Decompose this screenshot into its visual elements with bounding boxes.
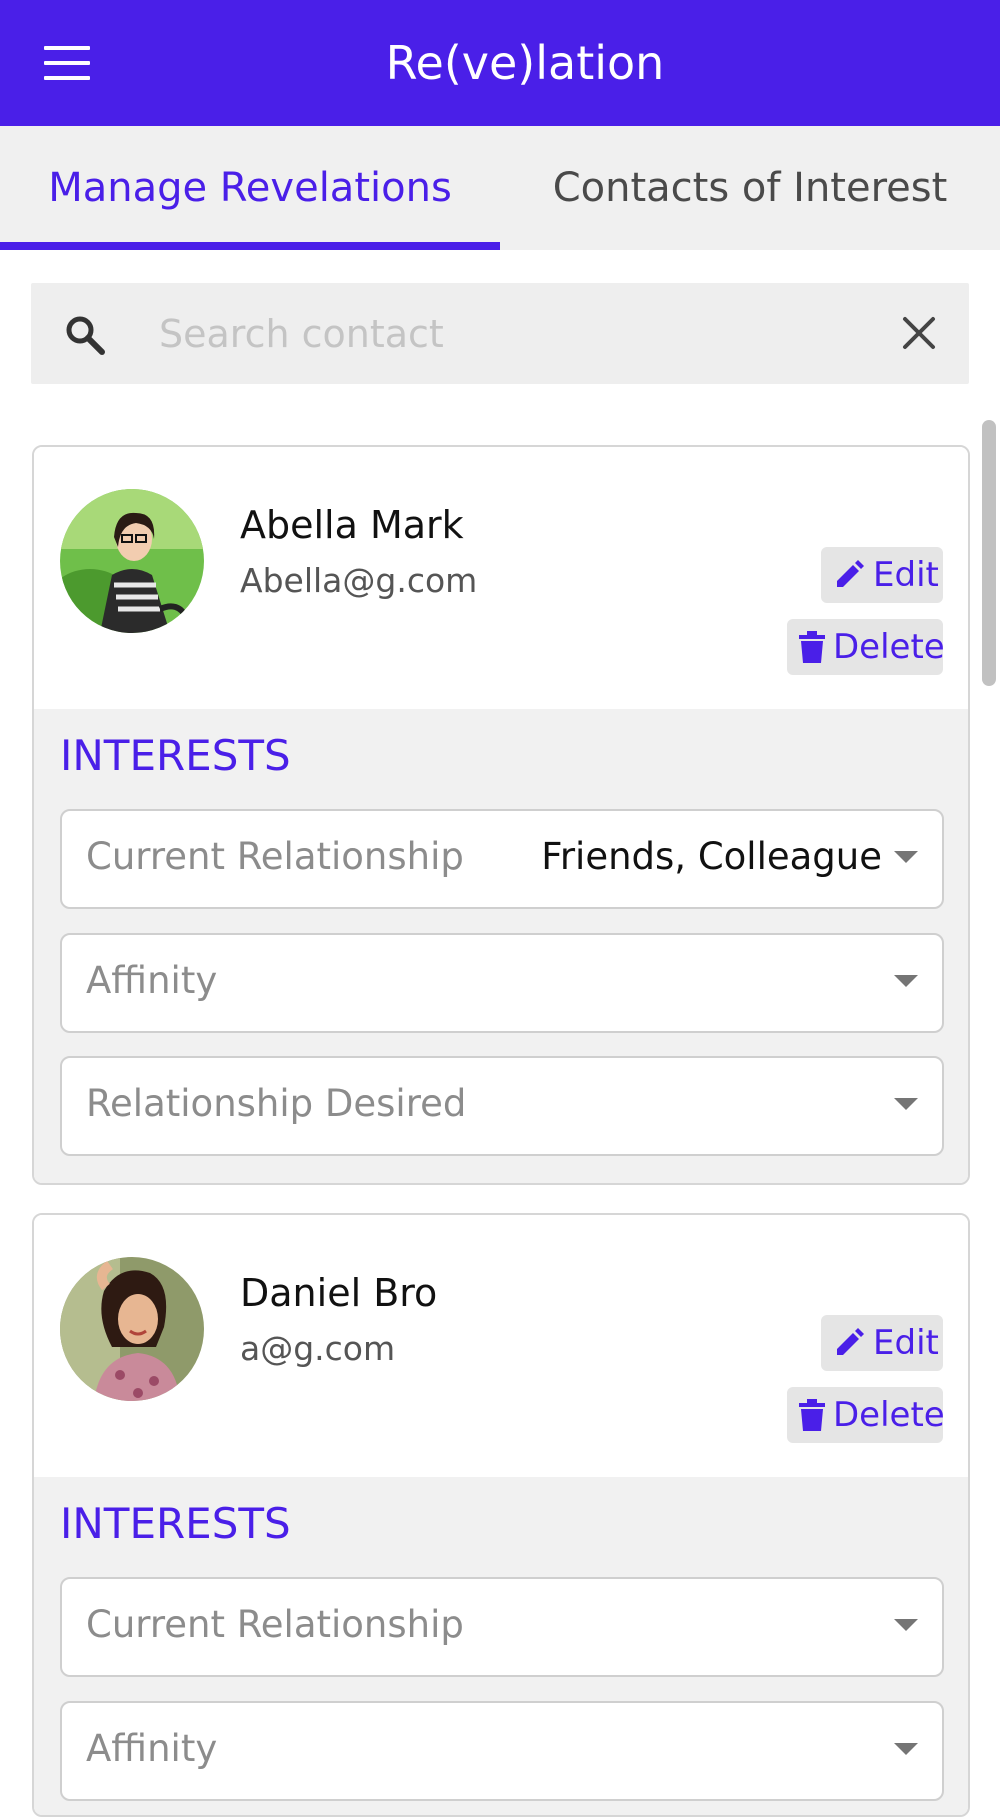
dropdown-arrow-icon	[894, 851, 918, 863]
contact-card: Abella Mark Abella@g.com Edit Delete INT…	[32, 445, 970, 1185]
contact-card: Daniel Bro a@g.com Edit Delete INTERESTS…	[32, 1213, 970, 1817]
current-relationship-select[interactable]: Current Relationship	[60, 1577, 944, 1677]
avatar	[60, 489, 204, 633]
contact-name: Daniel Bro	[240, 1271, 438, 1315]
search-icon	[66, 316, 105, 355]
app-title: Re(ve)lation	[385, 36, 665, 90]
pencil-icon	[837, 1328, 864, 1355]
tab-bar: Manage Revelations Contacts of Interest	[0, 126, 1000, 250]
tab-manage-revelations[interactable]: Manage Revelations	[0, 126, 500, 250]
edit-button[interactable]: Edit	[821, 1315, 943, 1371]
affinity-select[interactable]: Affinity	[60, 933, 944, 1033]
search-input[interactable]	[157, 305, 881, 363]
trash-icon	[799, 631, 825, 663]
dropdown-arrow-icon	[894, 1743, 918, 1755]
avatar	[60, 1257, 204, 1401]
affinity-select[interactable]: Affinity	[60, 1701, 944, 1801]
dropdown-arrow-icon	[894, 1098, 918, 1110]
select-value: Friends, Colleague	[541, 835, 882, 878]
current-relationship-select[interactable]: Current Relationship Friends, Colleague	[60, 809, 944, 909]
edit-button[interactable]: Edit	[821, 547, 943, 603]
scrollbar-thumb[interactable]	[982, 420, 996, 686]
delete-label: Delete	[833, 1395, 945, 1435]
contact-email: a@g.com	[240, 1329, 396, 1368]
interests-heading: INTERESTS	[60, 731, 291, 780]
select-label: Current Relationship	[86, 835, 464, 878]
clear-search-icon[interactable]	[899, 313, 939, 353]
interests-section: INTERESTS Current Relationship Friends, …	[34, 709, 968, 1183]
trash-icon	[799, 1399, 825, 1431]
contact-name: Abella Mark	[240, 503, 464, 547]
app-bar: Re(ve)lation	[0, 0, 1000, 126]
select-label: Affinity	[86, 1727, 218, 1770]
dropdown-arrow-icon	[894, 1619, 918, 1631]
dropdown-arrow-icon	[894, 975, 918, 987]
delete-button[interactable]: Delete	[787, 1387, 945, 1443]
search-bar	[31, 283, 969, 384]
select-label: Relationship Desired	[86, 1082, 467, 1125]
edit-label: Edit	[873, 1323, 939, 1363]
delete-button[interactable]: Delete	[787, 619, 945, 675]
interests-section: INTERESTS Current Relationship Affinity	[34, 1477, 968, 1815]
active-tab-indicator	[0, 242, 500, 250]
contact-email: Abella@g.com	[240, 561, 478, 600]
interests-heading: INTERESTS	[60, 1499, 291, 1548]
tab-contacts-of-interest[interactable]: Contacts of Interest	[500, 126, 1000, 250]
select-label: Current Relationship	[86, 1603, 464, 1646]
pencil-icon	[837, 560, 864, 587]
edit-label: Edit	[873, 555, 939, 595]
delete-label: Delete	[833, 627, 945, 667]
select-label: Affinity	[86, 959, 218, 1002]
relationship-desired-select[interactable]: Relationship Desired	[60, 1056, 944, 1156]
